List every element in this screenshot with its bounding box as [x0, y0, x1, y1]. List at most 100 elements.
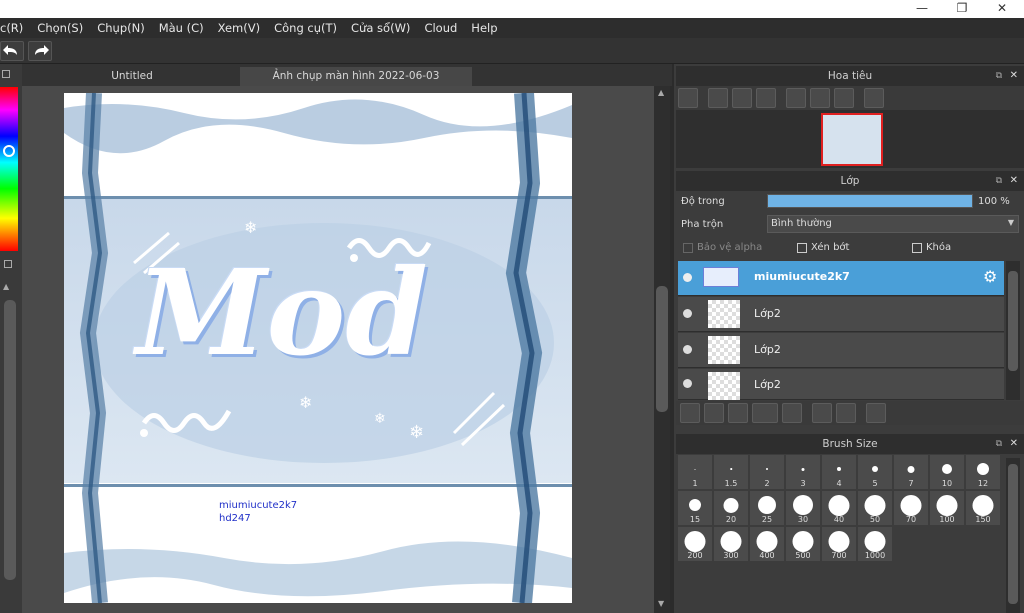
new-halftone-layer-icon[interactable] [704, 403, 724, 423]
brush-size-label: 50 [869, 515, 881, 524]
brush-size-cell[interactable]: 1 [678, 455, 712, 489]
rotate-right-icon[interactable] [834, 88, 854, 108]
brush-size-cell[interactable]: 100 [930, 491, 964, 525]
scrollbar-thumb[interactable] [656, 286, 668, 412]
new-1bit-layer-icon[interactable] [728, 403, 748, 423]
hue-picker-handle[interactable] [3, 145, 15, 157]
menu-item-layer[interactable]: c(R) [0, 21, 30, 35]
navigator-viewport-frame[interactable] [821, 113, 883, 166]
layer-row[interactable]: Lớp2 [678, 333, 1004, 368]
brush-size-cell[interactable]: 1000 [858, 527, 892, 561]
brush-size-cell[interactable]: 25 [750, 491, 784, 525]
brush-size-cell[interactable]: 4 [822, 455, 856, 489]
panel-float-icon[interactable] [2, 70, 10, 78]
brush-size-cell[interactable]: 50 [858, 491, 892, 525]
panel-close-icon[interactable]: ✕ [1010, 171, 1018, 191]
panel-float-icon[interactable] [4, 260, 12, 268]
brush-size-cell[interactable]: 500 [786, 527, 820, 561]
document-tabs: Untitled Ảnh chụp màn hình 2022-06-03 10… [22, 64, 672, 101]
panel-close-icon[interactable]: ✕ [1010, 434, 1018, 454]
navigator-preview[interactable] [676, 110, 1024, 168]
brush-size-cell[interactable]: 12 [966, 455, 1000, 489]
layer-settings-gear-icon[interactable]: ⚙ [983, 267, 997, 286]
brush-size-scrollbar[interactable] [1006, 458, 1020, 613]
brush-size-dot [864, 494, 886, 516]
new-layer-icon[interactable] [680, 403, 700, 423]
panel-float-icon[interactable]: ⧉ [996, 434, 1002, 454]
brush-size-cell[interactable]: 40 [822, 491, 856, 525]
layer-visibility-icon[interactable] [683, 345, 692, 354]
close-icon[interactable]: ✕ [982, 0, 1022, 18]
menu-item-window[interactable]: Cửa sổ(W) [344, 21, 417, 35]
lock-checkbox[interactable] [912, 243, 922, 253]
drawing-canvas[interactable]: ❄ ❄ ❄ ❄ Mod miumiucute2k7 hd247 [64, 93, 572, 603]
scrollbar-thumb[interactable] [1008, 271, 1018, 371]
brush-size-cell[interactable]: 5 [858, 455, 892, 489]
protect-alpha-checkbox[interactable] [683, 243, 693, 253]
zoom-fit-icon[interactable] [678, 88, 698, 108]
panel-float-icon[interactable]: ⧉ [996, 66, 1002, 86]
opacity-slider[interactable] [767, 194, 973, 208]
menu-item-tools[interactable]: Công cụ(T) [267, 21, 344, 35]
brush-size-cell[interactable]: 2 [750, 455, 784, 489]
duplicate-layer-icon[interactable] [812, 403, 832, 423]
layer-row-selected[interactable]: miumiucute2k7 ⚙ [678, 261, 1004, 296]
brush-size-label: 3 [800, 479, 806, 488]
menu-item-cloud[interactable]: Cloud [417, 21, 464, 35]
brush-size-cell[interactable]: 700 [822, 527, 856, 561]
layer-row[interactable]: Lớp2 [678, 369, 1004, 400]
flip-horizontal-icon[interactable] [864, 88, 884, 108]
layer-list-scrollbar[interactable] [1006, 261, 1020, 400]
canvas-vertical-scrollbar[interactable]: ▲ ▼ [654, 86, 670, 613]
scroll-down-icon[interactable]: ▼ [658, 599, 664, 608]
zoom-in-icon[interactable] [708, 88, 728, 108]
tab-untitled[interactable]: Untitled [32, 67, 232, 86]
brush-size-cell[interactable]: 70 [894, 491, 928, 525]
brush-size-cell[interactable]: 200 [678, 527, 712, 561]
panel-float-icon[interactable]: ⧉ [996, 171, 1002, 191]
minimize-icon[interactable]: — [902, 0, 942, 18]
menu-item-filter[interactable]: Chụp(N) [90, 21, 151, 35]
scrollbar-thumb[interactable] [1008, 464, 1018, 604]
tab-active-image[interactable]: Ảnh chụp màn hình 2022-06-03 100101.png [240, 67, 472, 101]
reset-view-icon[interactable] [810, 88, 830, 108]
rotate-left-icon[interactable] [786, 88, 806, 108]
brush-size-dot [907, 465, 915, 473]
brush-size-cell[interactable]: 400 [750, 527, 784, 561]
folder-icon[interactable] [782, 403, 802, 423]
restore-icon[interactable]: ❐ [942, 0, 982, 18]
left-scrollbar-thumb[interactable] [4, 300, 16, 580]
undo-button[interactable] [0, 41, 24, 61]
brush-size-cell[interactable]: 7 [894, 455, 928, 489]
redo-button[interactable] [28, 41, 52, 61]
layer-visibility-icon[interactable] [683, 273, 692, 282]
scroll-up-icon[interactable]: ▲ [658, 88, 664, 97]
brush-size-cell[interactable]: 3 [786, 455, 820, 489]
brush-size-cell[interactable]: 10 [930, 455, 964, 489]
menu-item-select[interactable]: Chọn(S) [30, 21, 90, 35]
brush-size-cell[interactable]: 150 [966, 491, 1000, 525]
blend-mode-select[interactable]: Bình thường ▼ [767, 215, 1019, 233]
scroll-up-icon[interactable]: ▲ [3, 282, 15, 291]
layer-visibility-icon[interactable] [683, 309, 692, 318]
layer-visibility-icon[interactable] [683, 379, 692, 388]
add-layer-dropdown-icon[interactable] [752, 403, 778, 423]
merge-down-icon[interactable] [836, 403, 856, 423]
layer-row[interactable]: Lớp2 [678, 297, 1004, 332]
brush-size-cell[interactable]: 30 [786, 491, 820, 525]
brush-size-cell[interactable]: 15 [678, 491, 712, 525]
panel-close-icon[interactable]: ✕ [1010, 66, 1018, 86]
brush-size-cell[interactable]: 1.5 [714, 455, 748, 489]
brush-size-cell[interactable]: 300 [714, 527, 748, 561]
menu-item-color[interactable]: Màu (C) [152, 21, 211, 35]
brush-size-label: 150 [975, 515, 991, 524]
brush-size-cell[interactable]: 20 [714, 491, 748, 525]
fit-window-icon[interactable] [732, 88, 752, 108]
brush-size-dot [872, 466, 878, 472]
menu-item-help[interactable]: Help [464, 21, 504, 35]
trash-icon[interactable] [866, 403, 886, 423]
hue-slider[interactable] [0, 87, 18, 251]
menu-item-view[interactable]: Xem(V) [211, 21, 267, 35]
clipping-checkbox[interactable] [797, 243, 807, 253]
zoom-out-icon[interactable] [756, 88, 776, 108]
